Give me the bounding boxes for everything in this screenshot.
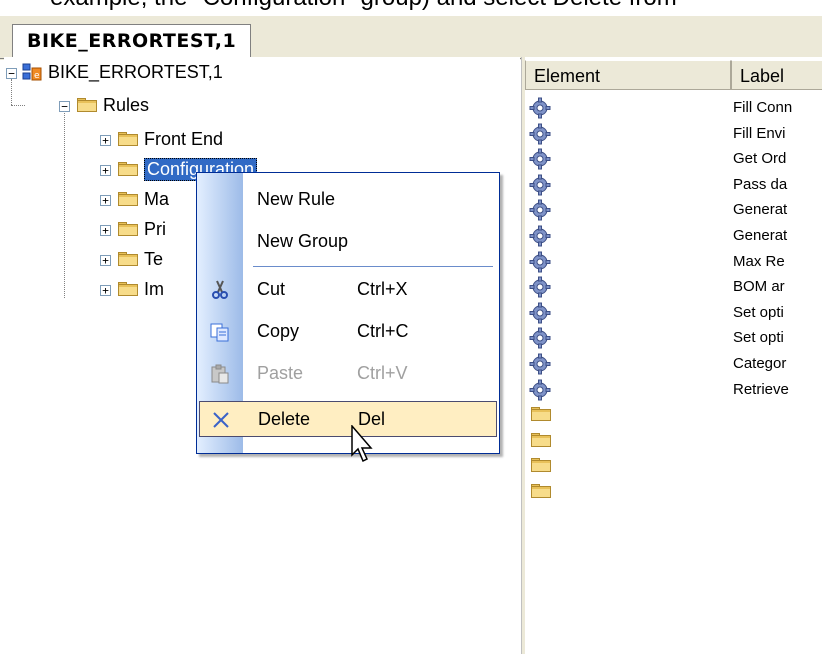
rule-gear-icon[interactable] — [529, 225, 551, 247]
tree-item-ma[interactable]: Ma — [118, 188, 169, 210]
list-item-label[interactable]: Fill Envi — [733, 125, 786, 142]
tab-strip: BIKE_ERRORTEST,1 — [0, 14, 822, 60]
tree-item-label: Te — [144, 248, 164, 269]
list-item-label[interactable]: Get Ord — [733, 150, 786, 167]
tree-line — [64, 113, 65, 298]
tree-item-label: Pri — [144, 218, 166, 239]
tree-item-root[interactable]: e BIKE_ERRORTEST,1 — [22, 61, 223, 83]
expand-icon[interactable]: + — [100, 165, 111, 176]
list-pane[interactable]: Element Label Fill Conn Fill Envi Get Ord P… — [525, 57, 822, 654]
paste-icon — [209, 363, 231, 385]
rule-gear-icon[interactable] — [529, 379, 551, 401]
tree-item-te[interactable]: Te — [118, 248, 163, 270]
list-item-label[interactable]: Pass da — [733, 176, 787, 193]
list-folder-icon[interactable] — [531, 484, 551, 498]
list-folder-icon[interactable] — [531, 407, 551, 422]
expand-icon[interactable]: + — [100, 195, 111, 206]
column-header-label[interactable]: Label — [731, 60, 822, 90]
tree-line — [11, 105, 25, 106]
list-item-label[interactable]: Fill Conn — [733, 99, 792, 116]
rules-label: Rules — [103, 94, 150, 115]
tree-line — [11, 79, 12, 105]
column-header-element[interactable]: Element — [525, 60, 731, 90]
expand-icon[interactable]: + — [100, 135, 111, 146]
folder-icon — [118, 252, 138, 266]
list-item-label[interactable]: Max Re — [733, 253, 785, 270]
tree-item-rules[interactable]: Rules — [77, 94, 149, 116]
list-folder-icon[interactable] — [531, 432, 551, 447]
expand-icon[interactable]: + — [100, 255, 111, 266]
list-item-label[interactable]: Set opti — [733, 329, 784, 346]
tree-item-im[interactable]: Im — [118, 278, 164, 300]
caption-text: example, the "Configuration" group) and … — [50, 0, 677, 12]
rule-gear-icon[interactable] — [529, 276, 551, 298]
menu-item-delete[interactable]: Delete Del — [199, 401, 497, 437]
mouse-pointer-icon — [350, 423, 374, 463]
rule-gear-icon[interactable] — [529, 123, 551, 145]
folder-icon — [118, 132, 138, 146]
rule-gear-icon[interactable] — [529, 251, 551, 273]
rule-gear-icon[interactable] — [529, 174, 551, 196]
rule-gear-icon[interactable] — [529, 97, 551, 119]
rule-gear-icon[interactable] — [529, 302, 551, 324]
menu-item-shortcut: Ctrl+X — [357, 279, 408, 299]
root-label: BIKE_ERRORTEST,1 — [48, 61, 223, 82]
list-item-label[interactable]: BOM ar — [733, 278, 785, 295]
folder-icon — [118, 192, 138, 206]
rule-gear-icon[interactable] — [529, 353, 551, 375]
project-icon: e — [22, 62, 42, 82]
expand-icon[interactable]: + — [100, 285, 111, 296]
folder-icon — [118, 282, 138, 296]
collapse-rules-icon[interactable]: − — [59, 101, 70, 112]
menu-item-label: Paste — [257, 363, 304, 383]
scissors-icon — [209, 279, 231, 301]
menu-item-label: Copy — [257, 321, 300, 341]
top-caption-clip: example, the "Configuration" group) and … — [0, 0, 822, 14]
list-item-label[interactable]: Generat — [733, 201, 787, 218]
rule-gear-icon[interactable] — [529, 327, 551, 349]
menu-item-new-group[interactable]: New Group — [197, 223, 499, 259]
tree-item-front-end[interactable]: Front End — [118, 128, 223, 150]
tree-item-label: Front End — [144, 128, 224, 149]
folder-icon — [118, 222, 138, 236]
tab-project[interactable]: BIKE_ERRORTEST,1 — [12, 24, 252, 58]
menu-item-new-rule[interactable]: New Rule — [197, 181, 499, 217]
folder-icon — [118, 162, 138, 176]
svg-text:e: e — [34, 71, 40, 81]
menu-item-shortcut: Ctrl+V — [357, 363, 408, 383]
menu-item-label: Cut — [257, 279, 286, 299]
list-item-label[interactable]: Set opti — [733, 304, 784, 321]
list-item-label[interactable]: Categor — [733, 355, 786, 372]
menu-item-label: New Group — [257, 231, 349, 251]
expand-icon[interactable]: + — [100, 225, 111, 236]
folder-icon — [77, 98, 97, 112]
delete-x-icon — [210, 409, 232, 431]
list-item-label[interactable]: Retrieve — [733, 381, 789, 398]
menu-item-shortcut: Ctrl+C — [357, 321, 409, 341]
rule-gear-icon[interactable] — [529, 199, 551, 221]
tree-item-pri[interactable]: Pri — [118, 218, 166, 240]
menu-separator — [253, 266, 493, 267]
context-menu: New Rule New Group Cut Ctrl+X Copy Ctrl+… — [196, 172, 500, 454]
menu-item-copy[interactable]: Copy Ctrl+C — [197, 313, 499, 349]
menu-item-cut[interactable]: Cut Ctrl+X — [197, 271, 499, 307]
tree-item-label: Ma — [144, 188, 170, 209]
copy-icon — [209, 321, 231, 343]
list-folder-icon[interactable] — [531, 458, 551, 473]
menu-item-label: Delete — [258, 409, 311, 429]
list-item-label[interactable]: Generat — [733, 227, 787, 244]
rule-gear-icon[interactable] — [529, 148, 551, 170]
tree-item-label: Im — [144, 278, 164, 299]
collapse-root-icon[interactable]: − — [6, 68, 17, 79]
menu-item-label: New Rule — [257, 189, 336, 209]
menu-item-paste[interactable]: Paste Ctrl+V — [197, 355, 499, 391]
